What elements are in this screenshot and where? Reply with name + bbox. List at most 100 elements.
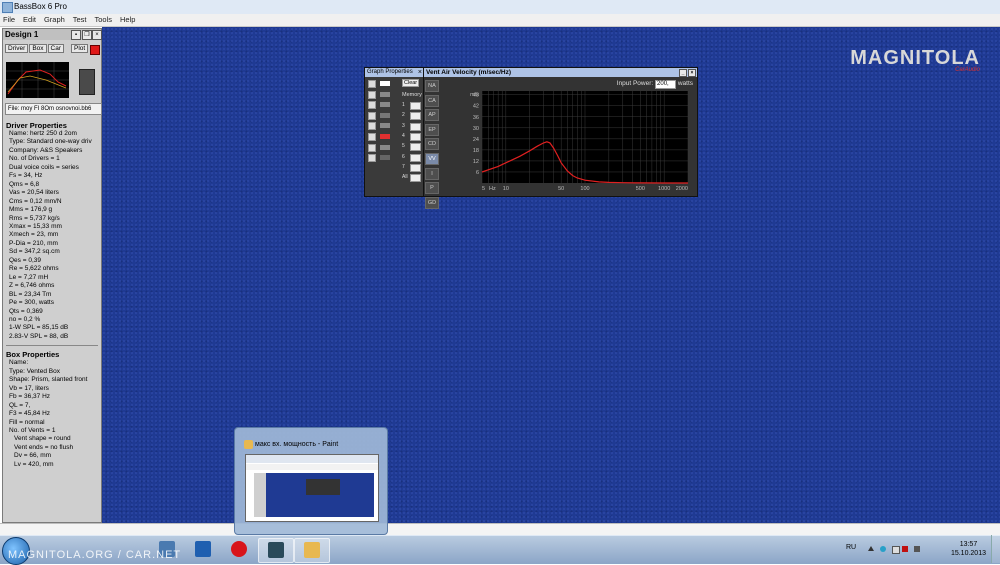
taskbar-opera[interactable]	[222, 538, 256, 561]
graph-type-button[interactable]: NA	[425, 80, 439, 92]
menu-tools[interactable]: Tools	[91, 14, 115, 25]
tab-driver[interactable]: Driver	[5, 44, 29, 53]
menu-edit[interactable]: Edit	[20, 14, 39, 25]
driver-property: Rms = 5,737 kg/s	[9, 214, 60, 222]
plot-button[interactable]: Plot	[71, 44, 89, 53]
vent-property: Dv = 66, mm	[14, 452, 52, 460]
taskbar-paint[interactable]	[294, 538, 330, 563]
y-tick-label: 18	[473, 148, 479, 154]
paint-preview[interactable]: макс вх. мощность - Paint	[234, 427, 388, 535]
box-properties: Name: Type: Vented Box Shape: Prism, slant…	[6, 359, 98, 469]
y-tick-label: 42	[473, 104, 479, 110]
line-style-swatch[interactable]	[380, 134, 390, 139]
input-power-label: Input Power:	[616, 80, 654, 87]
tab-car[interactable]: Car	[47, 44, 65, 53]
x-tick-label: 50	[558, 186, 564, 192]
visibility-checkbox[interactable]	[368, 122, 376, 131]
vent-property: Vent ends = no flush	[14, 443, 74, 451]
graph-type-button[interactable]: P	[425, 182, 439, 195]
driver-property: Mms = 176,9 g	[9, 206, 53, 214]
minimize-icon[interactable]: _	[679, 69, 687, 77]
volume-icon[interactable]	[914, 546, 920, 552]
graph-type-button[interactable]: AP	[425, 109, 439, 122]
graph-type-button[interactable]: CD	[425, 138, 439, 151]
visibility-checkbox[interactable]	[368, 133, 376, 141]
show-desktop-button[interactable]	[991, 535, 1000, 563]
box-property: Fb = 36,37 Hz	[9, 393, 51, 401]
graph-type-button[interactable]: I	[425, 167, 439, 180]
visibility-checkbox[interactable]	[368, 80, 376, 88]
menu-test[interactable]: Test	[70, 14, 90, 25]
y-tick-label: 36	[473, 115, 479, 121]
graph-property-row	[368, 154, 420, 163]
copy-icon[interactable]: ❐	[82, 30, 92, 40]
graph-type-button[interactable]: GD	[425, 196, 439, 209]
close-icon[interactable]: ×	[92, 30, 102, 40]
taskbar-outlook[interactable]	[186, 538, 220, 561]
driver-property: Sd = 347,2 sq.cm	[9, 248, 60, 256]
visibility-checkbox[interactable]	[368, 111, 376, 120]
visibility-checkbox[interactable]	[368, 143, 376, 152]
line-style-swatch[interactable]	[380, 102, 390, 108]
driver-property: Qes = 0,39	[9, 256, 41, 264]
save-icon[interactable]: ▪	[71, 30, 81, 40]
app-icon	[2, 2, 13, 13]
vent-velocity-chart: 484236302418126m/s5 10 50 100 500 1000 2000Hz	[470, 91, 689, 192]
line-style-swatch[interactable]	[380, 112, 390, 118]
graph-type-button[interactable]: VV	[425, 152, 439, 165]
menu-help[interactable]: Help	[117, 14, 138, 25]
driver-property: Cms = 0,12 mm/N	[9, 197, 62, 205]
driver-property: Dual voice coils = series	[9, 163, 79, 171]
network-icon[interactable]	[892, 546, 900, 554]
driver-property: Pe = 300, watts	[9, 299, 54, 307]
graph-type-buttons: NA CA AP EP CD VV I P GD	[425, 80, 439, 211]
driver-property: Fs = 34, Hz	[9, 172, 43, 180]
vent-property: Vent shape = round	[14, 435, 71, 443]
visibility-checkbox[interactable]	[368, 90, 376, 99]
close-icon[interactable]: ×	[418, 68, 422, 77]
vent-window-header: Vent Air Velocity (m/sec/Hz) _ ×	[424, 68, 697, 77]
line-style-swatch[interactable]	[380, 81, 390, 86]
bassbox-icon	[268, 542, 284, 558]
menu-file[interactable]: File	[0, 14, 18, 25]
driver-property: Name: hertz 250 d 2om	[9, 130, 77, 137]
driver-properties: Name: hertz 250 d 2om Type: Standard one-…	[6, 130, 98, 341]
menu-graph[interactable]: Graph	[41, 14, 68, 25]
vent-property: Lv = 420, mm	[14, 460, 54, 468]
watermark: MAGNITOLA.ORG / CAR.NET	[8, 549, 182, 561]
visibility-checkbox[interactable]	[368, 154, 376, 163]
line-style-swatch[interactable]	[380, 91, 390, 97]
visibility-checkbox[interactable]	[368, 101, 376, 110]
memory-slot-button[interactable]	[410, 174, 421, 183]
tab-box[interactable]: Box	[29, 44, 47, 53]
graph-property-row	[368, 90, 420, 99]
line-style-swatch[interactable]	[380, 123, 390, 129]
driver-property: P-Dia = 210, mm	[9, 239, 58, 247]
show-hidden-icons-icon[interactable]	[868, 546, 874, 551]
graph-type-button[interactable]: EP	[425, 123, 439, 136]
x-tick-label: 500	[636, 186, 645, 192]
line-style-swatch[interactable]	[380, 155, 390, 161]
line-style-swatch[interactable]	[380, 144, 390, 150]
clock[interactable]: 13:57 15.10.2013	[951, 540, 986, 558]
graph-property-row	[368, 122, 420, 131]
flag-icon[interactable]	[902, 546, 908, 552]
app-titlebar: BassBox 6 Pro	[0, 0, 1000, 15]
memory-slot-label: All	[402, 174, 408, 181]
driver-properties-header: Driver Properties	[6, 121, 67, 130]
taskbar-bassbox[interactable]	[258, 538, 294, 563]
graph-property-row	[368, 111, 420, 120]
box-property: F3 = 45,84 Hz	[9, 410, 51, 418]
plot-color-swatch[interactable]	[90, 45, 100, 55]
close-icon[interactable]: ×	[688, 69, 696, 77]
magnitola-logo: MAGNITOLA CarAudio	[850, 47, 980, 73]
driver-property: Company: A&S Speakers	[9, 146, 83, 154]
driver-property: Qms = 6,8	[9, 180, 40, 188]
input-power-field[interactable]: 200,	[655, 80, 677, 89]
y-tick-label: 12	[473, 159, 479, 165]
graph-type-button[interactable]: CA	[425, 94, 439, 107]
x-tick-label: 100	[580, 186, 589, 192]
language-indicator[interactable]: RU	[846, 544, 856, 551]
skype-icon[interactable]	[880, 546, 886, 552]
memory-slot-button[interactable]	[410, 163, 421, 172]
